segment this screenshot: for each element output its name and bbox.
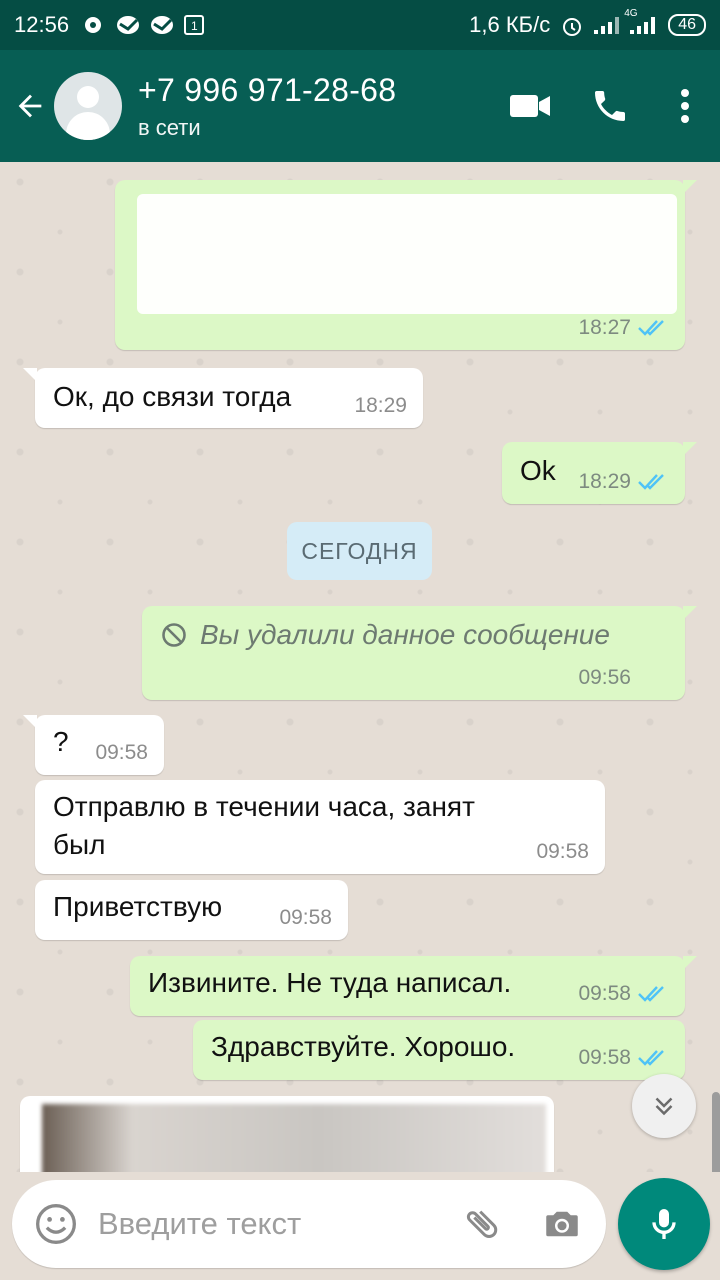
date-separator: СЕГОДНЯ (287, 522, 432, 580)
sim-notification-icon: 1 (183, 14, 205, 36)
svg-text:1: 1 (191, 19, 198, 33)
message-bubble-incoming[interactable]: ? 09:58 (23, 715, 164, 775)
message-text: Приветствую (53, 891, 223, 922)
scroll-to-bottom-button[interactable] (632, 1074, 696, 1138)
bank-app-icon-2 (149, 14, 174, 36)
status-time: 12:56 (14, 12, 70, 37)
back-button[interactable] (0, 50, 60, 162)
blocked-icon (162, 623, 186, 647)
read-ticks-icon (638, 1050, 664, 1066)
signal-4g-icon: 4G (624, 8, 658, 36)
status-bar: 12:56 1 1,6 КБ/с 4G 46 (0, 0, 720, 50)
message-bubble-outgoing[interactable]: Извините. Не туда написал. 09:58 (130, 956, 697, 1016)
emoji-button[interactable] (30, 1198, 82, 1250)
voice-message-button[interactable] (618, 1178, 710, 1270)
message-time: 09:58 (95, 741, 148, 764)
message-time: 18:29 (354, 394, 407, 417)
attach-button[interactable] (456, 1198, 508, 1250)
redacted-content (137, 194, 677, 314)
voice-call-button[interactable] (570, 50, 650, 162)
phone-icon (595, 91, 625, 121)
message-bubble-outgoing[interactable]: Здравствуйте. Хорошо. 09:58 (193, 1020, 685, 1080)
camera-icon (546, 1211, 578, 1237)
message-input-bar: Введите текст (12, 1180, 606, 1268)
read-ticks-icon (638, 320, 664, 336)
video-call-button[interactable] (490, 50, 570, 162)
message-text: ? (53, 726, 69, 757)
alarm-icon (560, 14, 582, 36)
message-text: Ok (520, 455, 556, 486)
message-time: 09:58 (279, 906, 332, 929)
video-call-icon (510, 95, 550, 117)
contact-info[interactable]: +7 996 971-28-68 в сети (138, 72, 396, 141)
message-bubble-outgoing[interactable]: Ok 18:29 (502, 442, 697, 504)
notification-icon (81, 14, 103, 36)
message-text-line: был (53, 829, 106, 860)
contact-name: +7 996 971-28-68 (138, 71, 397, 108)
message-time: 09:56 (578, 666, 631, 689)
message-time: 09:58 (536, 840, 589, 863)
avatar[interactable] (54, 72, 122, 140)
read-ticks-icon (638, 986, 664, 1002)
message-text: Ок, до связи тогда (53, 381, 292, 412)
more-options-button[interactable] (650, 50, 720, 162)
more-vert-icon (681, 89, 689, 123)
message-text: Здравствуйте. Хорошо. (211, 1031, 516, 1062)
message-bubble-incoming[interactable]: Ок, до связи тогда 18:29 (23, 368, 423, 428)
message-input[interactable]: Введите текст (98, 1206, 456, 1242)
back-arrow-icon (18, 94, 42, 118)
message-bubble-incoming[interactable]: Приветствую 09:58 (35, 880, 348, 940)
message-bubble-outgoing[interactable]: 18:27 (115, 180, 697, 350)
camera-button[interactable] (536, 1198, 588, 1250)
message-bubble-deleted[interactable]: Вы удалили данное сообщение 09:56 (142, 606, 697, 700)
scrollbar[interactable] (712, 1092, 720, 1172)
deleted-message-text: Вы удалили данное сообщение (200, 619, 610, 650)
contact-status: в сети (138, 114, 201, 140)
signal-icon (592, 14, 620, 36)
message-image-incoming[interactable] (20, 1096, 554, 1172)
blurred-image (42, 1104, 546, 1172)
network-speed: 1,6 КБ/с (469, 12, 551, 37)
microphone-icon (652, 1209, 676, 1239)
emoji-icon (36, 1204, 76, 1244)
message-text-line: Отправлю в течении часа, занят (53, 791, 475, 822)
chat-area[interactable]: 18:27 Ок, до связи тогда 18:29 Ok 18:29 … (0, 162, 720, 1172)
bank-app-icon (115, 14, 140, 36)
message-text: Извините. Не туда написал. (148, 967, 512, 998)
double-chevron-down-icon (655, 1097, 673, 1116)
message-time: 18:29 (578, 470, 631, 493)
chat-header: +7 996 971-28-68 в сети (0, 50, 720, 162)
read-ticks-icon (638, 474, 664, 490)
battery-indicator: 46 (668, 14, 706, 36)
message-time: 09:58 (578, 1046, 631, 1069)
paperclip-icon (466, 1210, 498, 1238)
message-time: 18:27 (578, 316, 631, 339)
message-bubble-incoming[interactable]: Отправлю в течении часа, занят был 09:58 (35, 780, 605, 874)
message-time: 09:58 (578, 982, 631, 1005)
